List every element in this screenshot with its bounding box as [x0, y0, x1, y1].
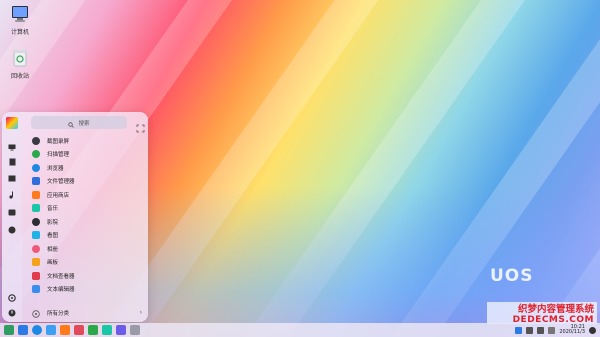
app-label: 截图录屏 [47, 138, 70, 145]
keyboard-icon[interactable] [515, 326, 523, 334]
chevron-right-icon: › [139, 309, 142, 316]
all-categories-label: 所有分类 [47, 310, 70, 317]
watermark-line1: 织梦内容管理系统 [517, 304, 594, 315]
app-item-app-store[interactable]: 应用商店 [32, 188, 144, 202]
app-item-music[interactable]: 音乐 [32, 202, 144, 216]
app-list: 截图录屏 扫描管理 浏览器 文件管理器 应用商店 音乐 影院 看图 相册 画板 … [32, 134, 144, 296]
app-item-image-viewer[interactable]: 看图 [32, 229, 144, 243]
music-app-icon [32, 204, 40, 213]
app-label: 音乐 [47, 206, 59, 213]
app-item-browser[interactable]: 浏览器 [32, 161, 144, 175]
dock-item-video[interactable] [102, 325, 112, 335]
app-item-draw[interactable]: 画板 [32, 256, 144, 270]
clock-date: 2020/11/3 [559, 329, 585, 335]
app-label: 扫描管理 [47, 152, 70, 159]
dock-item-settings[interactable] [116, 325, 126, 335]
browser-icon [32, 163, 40, 172]
app-item-screenshot[interactable]: 截图录屏 [32, 134, 144, 148]
computer-icon [9, 4, 31, 24]
uos-logo: UOS [490, 266, 534, 286]
app-label: 看图 [47, 233, 59, 240]
app-label: 文本编辑器 [47, 287, 75, 294]
system-tray: 10:21 2020/11/3 [515, 325, 596, 335]
app-label: 浏览器 [47, 165, 64, 172]
search-placeholder: 搜索 [78, 120, 90, 127]
music-icon[interactable] [7, 190, 17, 200]
store-icon [32, 190, 40, 199]
movie-icon [32, 217, 40, 226]
desktop-icon-computer[interactable]: 计算机 [0, 4, 40, 36]
app-item-scan[interactable]: 扫描管理 [32, 148, 144, 162]
sound-icon[interactable] [526, 326, 534, 334]
app-label: 画板 [47, 260, 59, 267]
search-input[interactable]: 搜索 [31, 116, 127, 129]
launcher-menu: 搜索 截图录屏 扫描管理 浏览器 文件管理器 应用商店 音乐 影院 看图 相册 … [2, 112, 148, 322]
app-item-text-editor[interactable]: 文本编辑器 [32, 283, 144, 297]
network-icon[interactable] [537, 326, 545, 334]
clock[interactable]: 10:21 2020/11/3 [559, 325, 585, 335]
screenshot-icon [32, 136, 40, 145]
dock: 10:21 2020/11/3 [0, 323, 600, 337]
fullscreen-icon[interactable] [136, 118, 145, 133]
folder-icon [32, 177, 40, 186]
search-icon [68, 113, 75, 132]
dock-item-music[interactable] [88, 325, 98, 335]
power-icon[interactable] [7, 308, 17, 318]
album-icon [32, 244, 40, 253]
dock-item-launcher[interactable] [4, 325, 14, 335]
power-tray-icon[interactable] [589, 326, 596, 334]
download-icon[interactable] [7, 225, 17, 235]
app-label: 影院 [47, 219, 59, 226]
app-label: 文件管理器 [47, 179, 75, 186]
image-icon[interactable] [7, 173, 17, 183]
app-item-movie[interactable]: 影院 [32, 215, 144, 229]
app-label: 文档查看器 [47, 273, 75, 280]
dock-item-album[interactable] [74, 325, 84, 335]
computer-icon[interactable] [7, 142, 17, 152]
text-editor-icon [32, 285, 40, 294]
image-viewer-icon [32, 231, 40, 240]
dock-item-store[interactable] [60, 325, 70, 335]
document-viewer-icon [32, 271, 40, 280]
document-icon[interactable] [7, 157, 17, 167]
desktop-icon-label: 计算机 [10, 29, 29, 36]
desktop-icon-label: 回收站 [10, 73, 29, 80]
app-label: 相册 [47, 246, 59, 253]
scanner-icon [32, 150, 40, 159]
app-item-document-viewer[interactable]: 文档查看器 [32, 269, 144, 283]
dock-item-browser[interactable] [32, 325, 42, 335]
settings-icon[interactable] [7, 293, 17, 303]
all-categories-button[interactable]: 所有分类 › [32, 307, 142, 318]
categories-icon [32, 303, 40, 322]
avatar[interactable] [6, 117, 18, 129]
dock-item-trash[interactable] [130, 325, 140, 335]
app-item-file-manager[interactable]: 文件管理器 [32, 175, 144, 189]
watermark: 织梦内容管理系统 DEDECMS.COM [487, 302, 597, 325]
draw-icon [32, 258, 40, 267]
app-item-album[interactable]: 相册 [32, 242, 144, 256]
dock-item-multitask[interactable] [18, 325, 28, 335]
desktop-icon-trash[interactable]: 回收站 [0, 48, 40, 80]
trash-icon [9, 48, 31, 68]
notification-icon[interactable] [548, 326, 556, 334]
video-icon[interactable] [7, 207, 17, 217]
app-label: 应用商店 [47, 192, 70, 199]
dock-item-files[interactable] [46, 325, 56, 335]
